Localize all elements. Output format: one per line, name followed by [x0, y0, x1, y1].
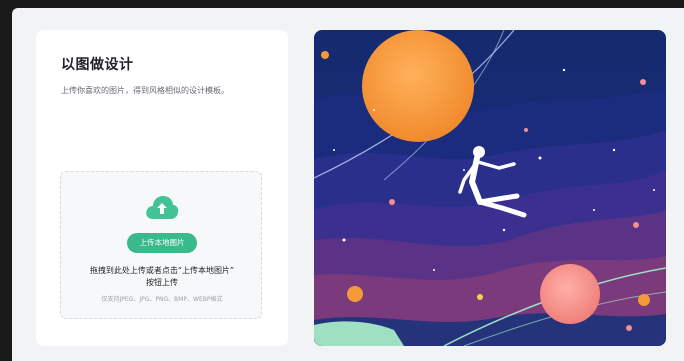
small-planet: [321, 51, 329, 59]
drop-hint-line2: 按钮上传: [146, 278, 178, 287]
upload-local-image-button[interactable]: 上传本地图片: [127, 233, 197, 253]
drop-hint-line1: 拖拽到此处上传或者点击“上传本地图片”: [89, 266, 235, 275]
panel-title: 以图做设计: [61, 57, 134, 73]
design-from-image-dialog: 以图做设计 上传你喜欢的图片，得到风格相似的设计模板。 上传本地图片 拖拽到此处…: [12, 8, 684, 361]
drop-hint: 拖拽到此处上传或者点击“上传本地图片” 按钮上传: [61, 265, 263, 289]
upload-dropzone[interactable]: 上传本地图片 拖拽到此处上传或者点击“上传本地图片” 按钮上传 仅支持JPEG、…: [60, 171, 262, 319]
space-illustration: [314, 30, 666, 346]
cloud-upload-icon: [146, 196, 179, 219]
panel-subtitle: 上传你喜欢的图片，得到风格相似的设计模板。: [61, 86, 229, 95]
small-orange-planet: [638, 294, 650, 306]
pink-planet: [540, 264, 600, 324]
upload-panel: 以图做设计 上传你喜欢的图片，得到风格相似的设计模板。 上传本地图片 拖拽到此处…: [36, 30, 288, 346]
format-hint: 仅支持JPEG、JPG、PNG、BMP、WEBP格式: [101, 296, 223, 303]
preview-illustration: [314, 30, 666, 346]
orange-planet: [362, 30, 474, 142]
small-orange-planet: [347, 286, 363, 302]
